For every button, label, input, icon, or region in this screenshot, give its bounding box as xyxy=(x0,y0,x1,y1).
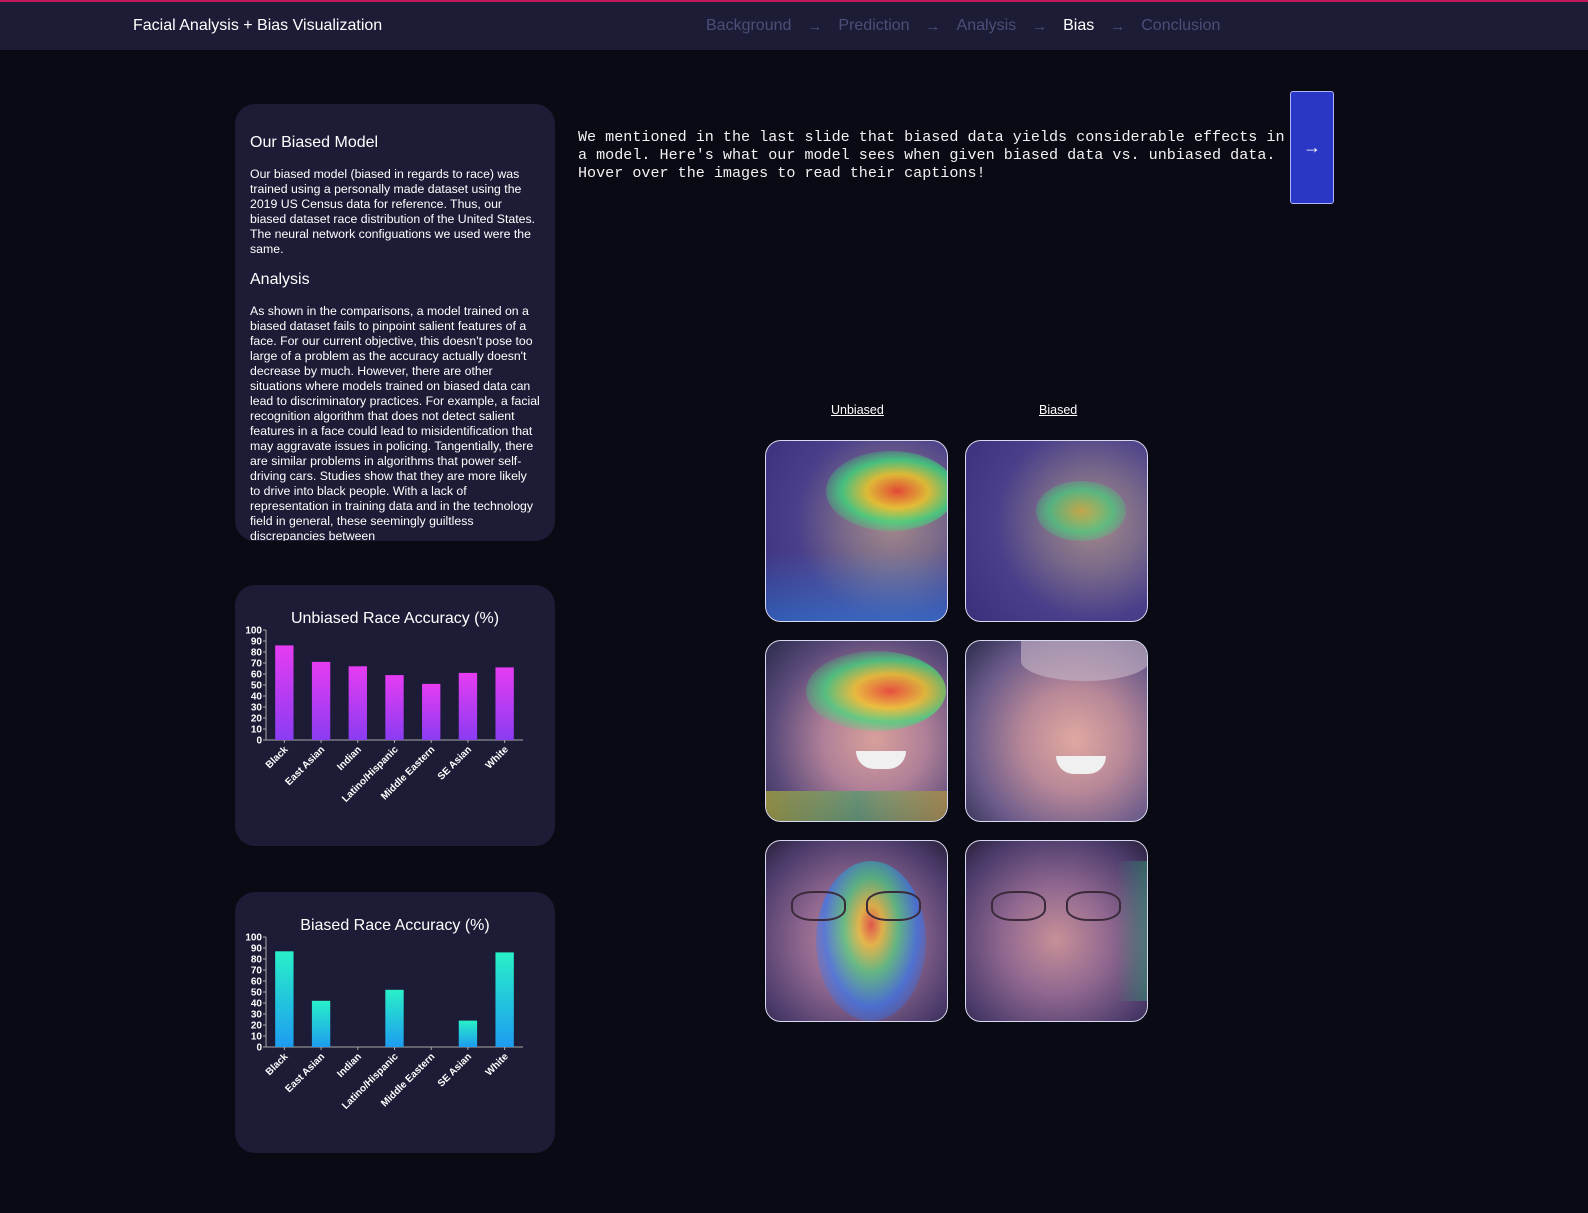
y-tick-label: 10 xyxy=(251,1032,263,1043)
chart-title: Unbiased Race Accuracy (%) xyxy=(291,610,499,627)
y-tick-label: 80 xyxy=(251,648,263,659)
y-tick-label: 0 xyxy=(256,736,262,747)
chart-title: Biased Race Accuracy (%) xyxy=(300,917,489,934)
bar-east-asian xyxy=(311,661,331,740)
y-tick-label: 30 xyxy=(251,703,263,714)
bar-white xyxy=(495,667,514,740)
unbiased-column-label: Unbiased xyxy=(831,403,884,417)
y-tick-label: 30 xyxy=(251,1010,263,1021)
unbiased-heatmap-image[interactable] xyxy=(765,440,948,622)
bar-black xyxy=(275,951,294,1047)
unbiased-chart-card: Unbiased Race Accuracy (%) 0 10 20 30 40 50 60 7… xyxy=(235,585,555,846)
step-analysis[interactable]: Analysis xyxy=(957,17,1017,35)
y-tick-label: 40 xyxy=(251,692,263,703)
x-tick-label: East Asian xyxy=(284,1051,328,1095)
step-nav: Background → Prediction → Analysis → Bia… xyxy=(706,17,1220,35)
bar-white xyxy=(495,952,514,1047)
unbiased-heatmap-image[interactable] xyxy=(765,640,948,822)
step-bias[interactable]: Bias xyxy=(1063,17,1094,35)
bar-middle-eastern xyxy=(422,683,441,740)
y-tick-label: 40 xyxy=(251,999,263,1010)
x-tick-label: SE Asian xyxy=(436,1051,474,1089)
y-tick-label: 60 xyxy=(251,670,263,681)
x-tick-label: Black xyxy=(264,1051,291,1078)
y-tick-label: 50 xyxy=(251,681,263,692)
step-prediction[interactable]: Prediction xyxy=(838,17,909,35)
y-tick-label: 70 xyxy=(251,966,263,977)
x-tick-label: Black xyxy=(264,744,291,771)
bar-latino-hispanic xyxy=(385,675,404,740)
unbiased-heatmap-image[interactable] xyxy=(765,840,948,1022)
step-arrow-icon: → xyxy=(1032,17,1048,35)
biased-column-label: Biased xyxy=(1039,403,1078,417)
biased-accuracy-chart: Biased Race Accuracy (%) 0102030405060708… xyxy=(245,917,523,1112)
intro-text: We mentioned in the last slide that bias… xyxy=(578,128,1285,182)
bar-se-asian xyxy=(458,1020,478,1047)
y-tick-label: 90 xyxy=(251,944,263,955)
next-slide-button[interactable]: → xyxy=(1290,91,1334,204)
x-tick-label: Indian xyxy=(335,1051,364,1080)
bar-east-asian xyxy=(311,1000,331,1047)
y-tick-label: 80 xyxy=(251,955,263,966)
x-tick-label: White xyxy=(484,1051,511,1078)
y-tick-label: 20 xyxy=(251,1021,263,1032)
y-tick-label: 60 xyxy=(251,977,263,988)
x-tick-label: White xyxy=(484,744,511,771)
step-conclusion[interactable]: Conclusion xyxy=(1141,17,1220,35)
info-title: Our Biased Model xyxy=(250,134,379,151)
y-tick-label: 10 xyxy=(251,725,263,736)
y-tick-label: 20 xyxy=(251,714,263,725)
bar-latino-hispanic xyxy=(385,989,404,1047)
bar-black xyxy=(275,645,294,740)
top-nav: Facial Analysis + Bias Visualization Bac… xyxy=(0,0,1588,50)
biased-heatmap-image[interactable] xyxy=(965,440,1148,622)
biased-heatmap-image[interactable] xyxy=(965,840,1148,1022)
y-tick-label: 70 xyxy=(251,659,263,670)
x-tick-label: East Asian xyxy=(284,744,328,788)
biased-chart-card: Biased Race Accuracy (%) 0 10 20 30 40 50 60 70 8… xyxy=(235,892,555,1153)
info-body: Our biased model (biased in regards to r… xyxy=(250,167,536,256)
x-tick-label: SE Asian xyxy=(436,744,474,782)
step-arrow-icon: → xyxy=(925,17,941,35)
y-tick-label: 100 xyxy=(245,626,262,637)
step-arrow-icon: → xyxy=(1110,17,1126,35)
x-tick-label: Indian xyxy=(335,744,364,773)
y-tick-label: 0 xyxy=(256,1043,262,1054)
analysis-body: As shown in the comparisons, a model tra… xyxy=(250,304,540,541)
step-arrow-icon: → xyxy=(807,17,823,35)
info-card[interactable]: Our Biased Model Our biased model (biase… xyxy=(235,104,555,541)
y-tick-label: 50 xyxy=(251,988,263,999)
unbiased-accuracy-chart: Unbiased Race Accuracy (%) 01020304050607… xyxy=(245,610,523,805)
y-tick-label: 90 xyxy=(251,637,263,648)
step-background[interactable]: Background xyxy=(706,17,791,35)
analysis-title: Analysis xyxy=(250,271,310,288)
brand-title[interactable]: Facial Analysis + Bias Visualization xyxy=(133,17,382,35)
bar-se-asian xyxy=(458,672,478,740)
y-tick-label: 100 xyxy=(245,933,262,944)
biased-heatmap-image[interactable] xyxy=(965,640,1148,822)
bar-indian xyxy=(348,666,367,740)
